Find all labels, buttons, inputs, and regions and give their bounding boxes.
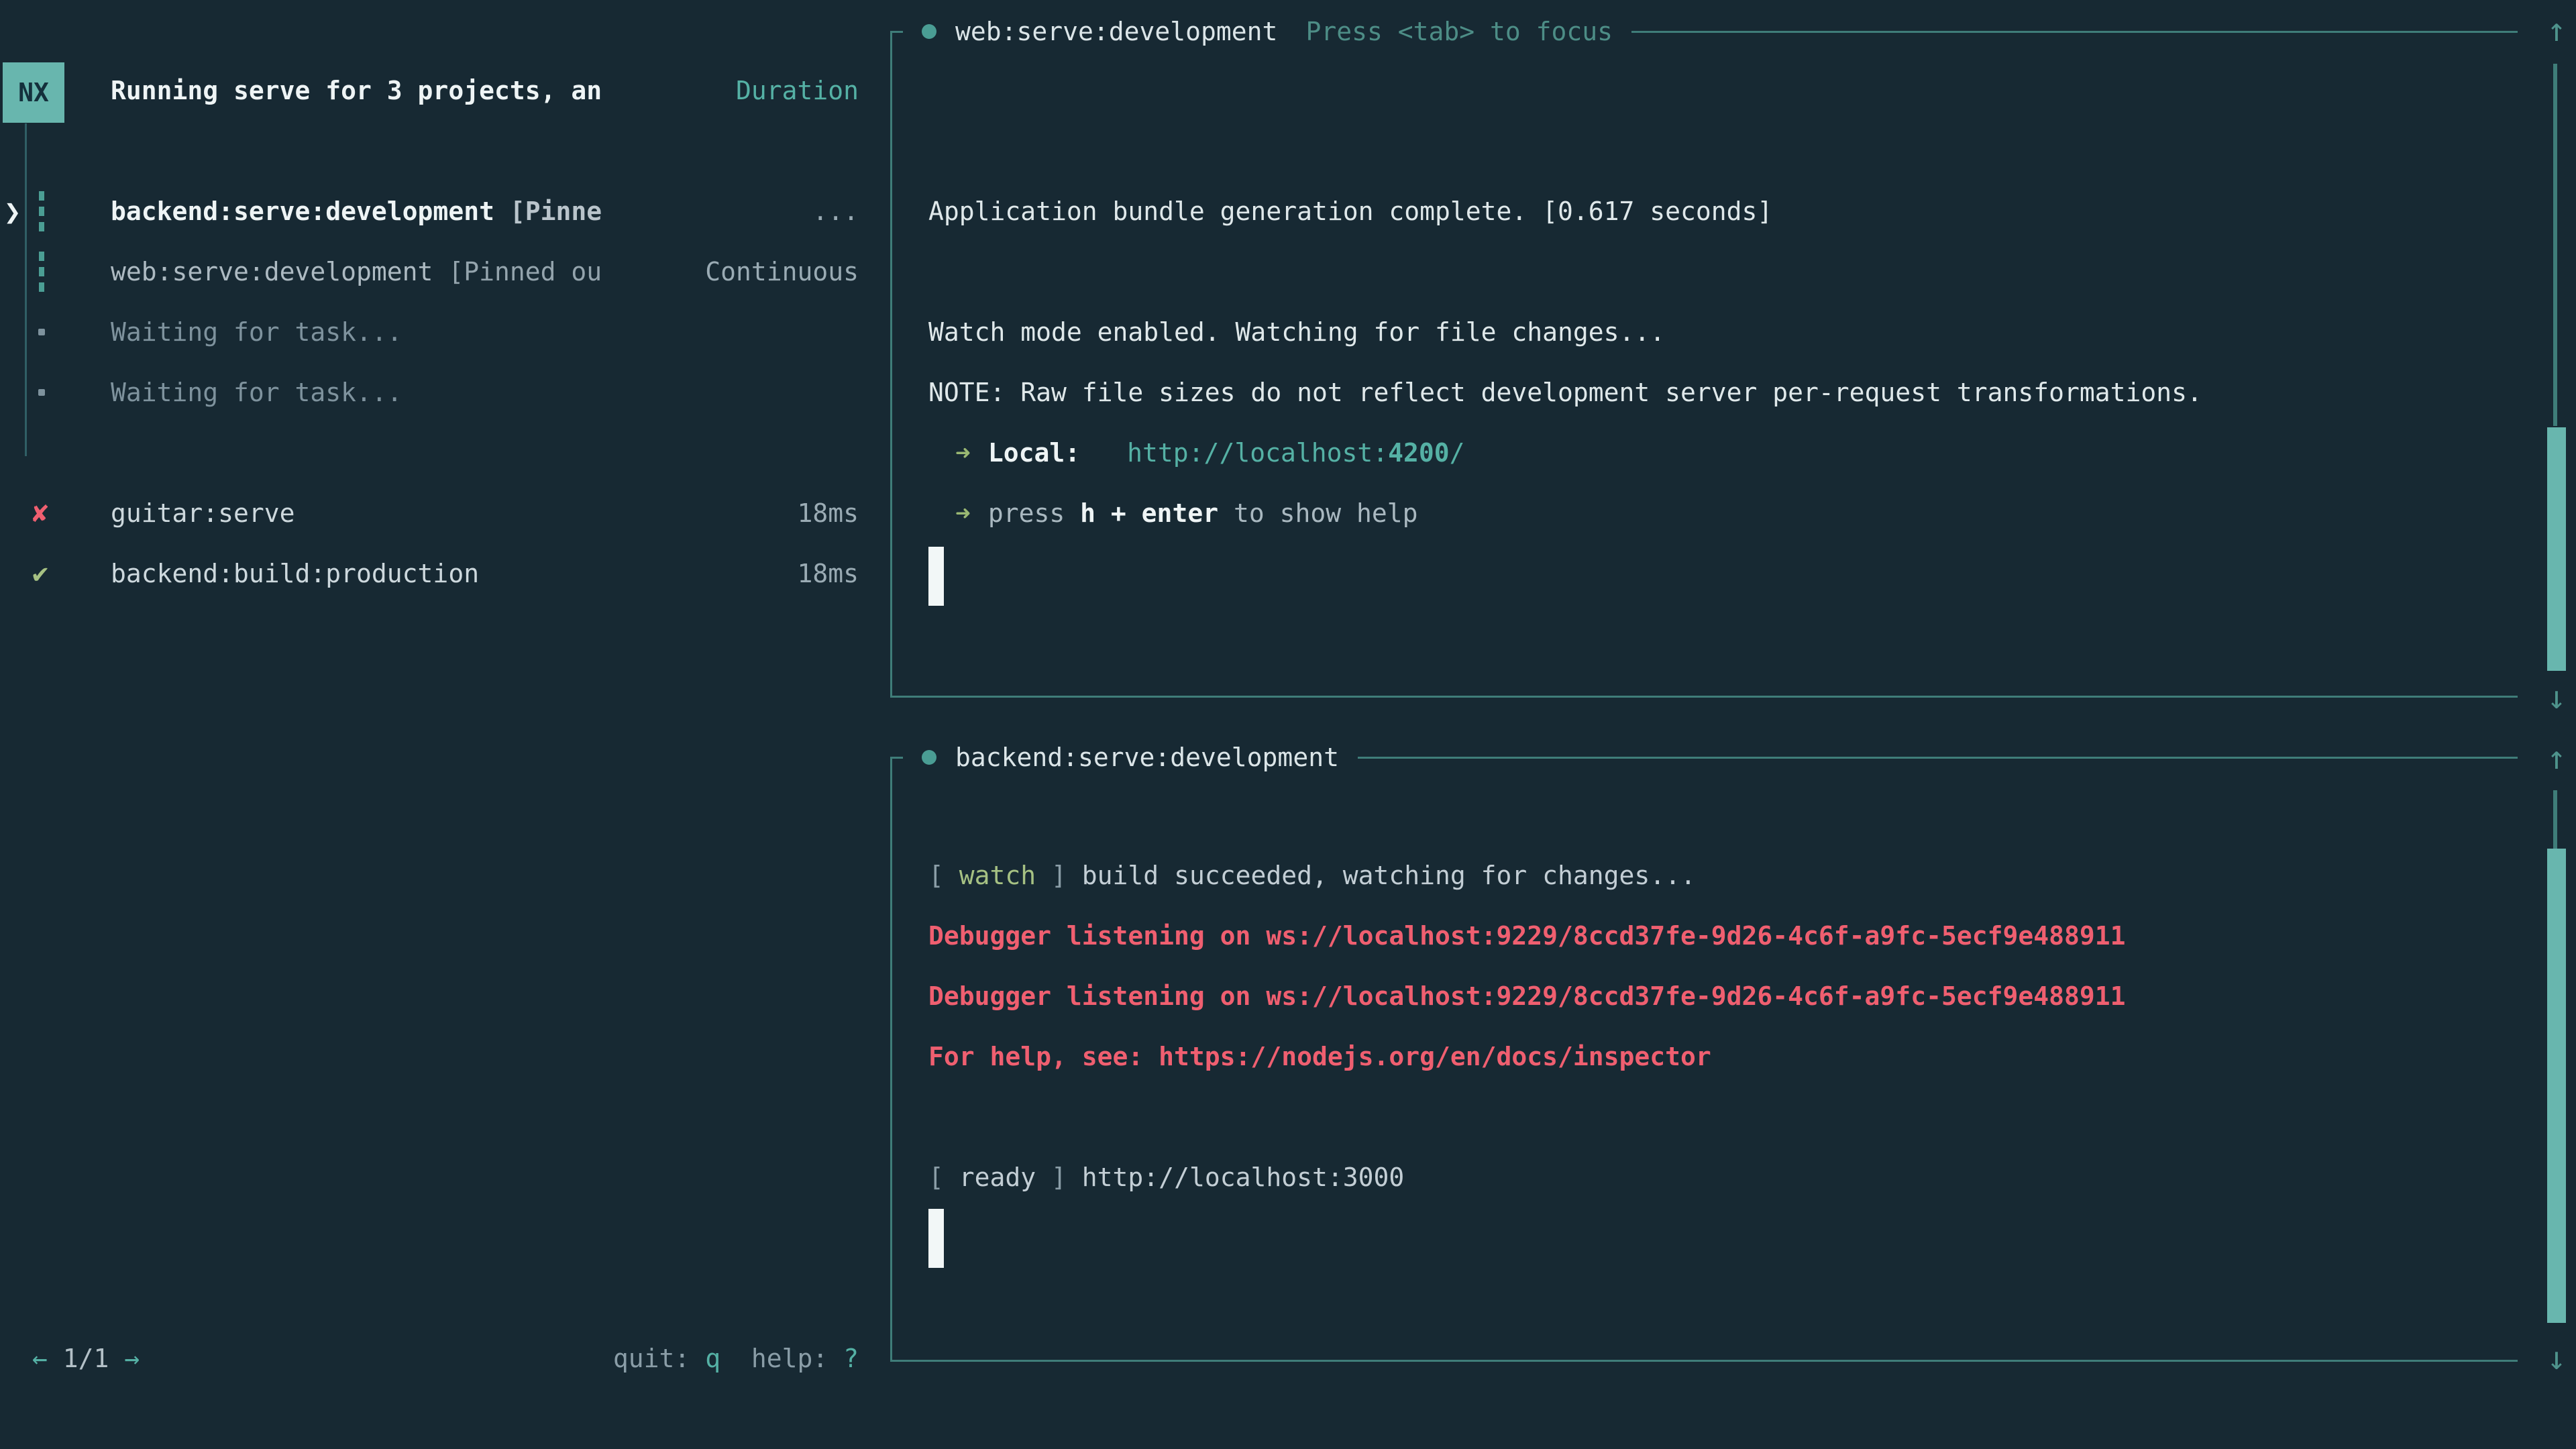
waiting-label: Waiting for task... (111, 378, 402, 407)
task-row-guitar-serve[interactable]: guitar:serve 18ms (111, 483, 859, 543)
task-duration: 18ms (797, 559, 859, 588)
inspector-help-line: For help, see: https://nodejs.org/en/doc… (928, 1026, 1711, 1087)
help-pre: press (988, 498, 1080, 528)
ready-url[interactable]: http://localhost:3000 (1082, 1163, 1404, 1192)
pane-bottom-border (890, 696, 2518, 698)
terminal-cursor (928, 547, 944, 606)
terminal-cursor (928, 1209, 944, 1268)
scroll-up-icon[interactable]: ↑ (2538, 728, 2575, 788)
help-label: help: (720, 1344, 843, 1373)
task-suffix: [Pinne (494, 197, 602, 226)
watch-mode-text: Watch mode enabled. Watching for file ch… (928, 317, 1665, 347)
arrow-icon: ➜ (955, 438, 971, 468)
task-row-waiting: Waiting for task... (111, 302, 859, 362)
status-dot-icon (922, 750, 936, 765)
pane-title-text: web:serve:development (955, 17, 1277, 46)
pane-left-border (890, 757, 892, 1362)
scroll-up-icon[interactable]: ↑ (2538, 0, 2575, 60)
arrow-icon: ➜ (955, 498, 971, 528)
running-indicator-icon (39, 191, 44, 231)
task-duration: 18ms (797, 498, 859, 528)
running-indicator-icon (39, 252, 44, 292)
task-list-title: Running serve for 3 projects, an (111, 76, 602, 105)
watch-tag: watch (959, 861, 1036, 890)
task-status: Continuous (705, 257, 859, 286)
scrollbar-thumb[interactable] (2547, 427, 2566, 671)
waiting-indicator-icon (38, 329, 45, 335)
quit-key: q (705, 1344, 720, 1373)
focus-hint: Press <tab> to focus (1305, 17, 1613, 46)
scrollbar-thumb[interactable] (2547, 849, 2566, 1323)
inspector-help-text: For help, see: https://nodejs.org/en/doc… (928, 1042, 1711, 1071)
debugger-line: Debugger listening on ws://localhost:922… (928, 966, 2125, 1026)
local-label: Local: (988, 438, 1080, 468)
ready-tag: ready (959, 1163, 1036, 1192)
task-name: backend:build:production (111, 559, 479, 588)
scrollbar-track[interactable] (2553, 64, 2557, 426)
scroll-down-icon[interactable]: ↓ (2538, 667, 2575, 728)
debugger-line: Debugger listening on ws://localhost:922… (928, 906, 2125, 966)
page-left-arrow-icon[interactable]: ← (32, 1344, 48, 1373)
failed-icon: ✘ (32, 483, 72, 543)
log-line: Application bundle generation complete. … (928, 181, 1772, 241)
log-line: Watch mode enabled. Watching for file ch… (928, 302, 1665, 362)
task-row-backend-serve[interactable]: backend:serve:development [Pinne ... (111, 181, 859, 241)
help-key: ? (843, 1344, 859, 1373)
help-hint-line: ➜ press h + enter to show help (928, 483, 1418, 543)
page-indicator (48, 1344, 63, 1373)
scroll-down-icon[interactable]: ↓ (2538, 1328, 2575, 1389)
scrollbar-track[interactable] (2553, 790, 2557, 849)
page-number: 1/1 (63, 1344, 109, 1373)
task-suffix: [Pinned ou (433, 257, 602, 286)
local-url[interactable]: http://localhost:4200/ (1127, 438, 1464, 468)
keybinding-hints: quit: q help: ? (111, 1328, 859, 1389)
nx-logo: NX (3, 62, 64, 123)
success-icon: ✔ (32, 543, 72, 604)
help-keys: h + enter (1080, 498, 1218, 528)
ready-line: [ ready ] http://localhost:3000 (928, 1147, 1404, 1208)
status-dot-icon (922, 24, 936, 39)
watch-status-line: [ watch ] build succeeded, watching for … (928, 845, 1696, 906)
debugger-text: Debugger listening on ws://localhost:922… (928, 921, 2125, 951)
pane-header: web:serve:development Press <tab> to foc… (903, 2, 1631, 60)
waiting-indicator-icon (38, 389, 45, 396)
waiting-label: Waiting for task... (111, 317, 402, 347)
task-row-waiting: Waiting for task... (111, 362, 859, 423)
task-row-web-serve[interactable]: web:serve:development [Pinned ou Continu… (111, 241, 859, 302)
bracket: [ (928, 861, 959, 890)
pane-left-border (890, 31, 892, 698)
bracket: ] (1036, 1163, 1082, 1192)
task-name: backend:serve:development (111, 197, 494, 226)
bracket: ] (1036, 861, 1082, 890)
bracket: [ (928, 1163, 959, 1192)
help-post: to show help (1218, 498, 1417, 528)
task-row-backend-build[interactable]: backend:build:production 18ms (111, 543, 859, 604)
pane-bottom-border (890, 1360, 2518, 1362)
task-name: web:serve:development (111, 257, 433, 286)
log-line: NOTE: Raw file sizes do not reflect deve… (928, 362, 2202, 423)
local-url-line: ➜ Local: http://localhost:4200/ (928, 423, 1465, 483)
quit-label: quit: (613, 1344, 705, 1373)
task-tree-line (25, 123, 27, 456)
task-name: guitar:serve (111, 498, 295, 528)
note-text: NOTE: Raw file sizes do not reflect deve… (928, 378, 2202, 407)
task-list-header: Running serve for 3 projects, an Duratio… (111, 60, 859, 121)
selected-caret-icon: ❯ (4, 181, 38, 241)
pane-title-text: backend:serve:development (955, 743, 1339, 772)
duration-column-header: Duration (736, 76, 859, 105)
task-status: ... (812, 197, 859, 226)
pane-header: backend:serve:development (903, 728, 1358, 786)
bundle-complete-text: Application bundle generation complete. … (928, 197, 1772, 226)
debugger-text: Debugger listening on ws://localhost:922… (928, 981, 2125, 1011)
watch-message: build succeeded, watching for changes... (1082, 861, 1696, 890)
